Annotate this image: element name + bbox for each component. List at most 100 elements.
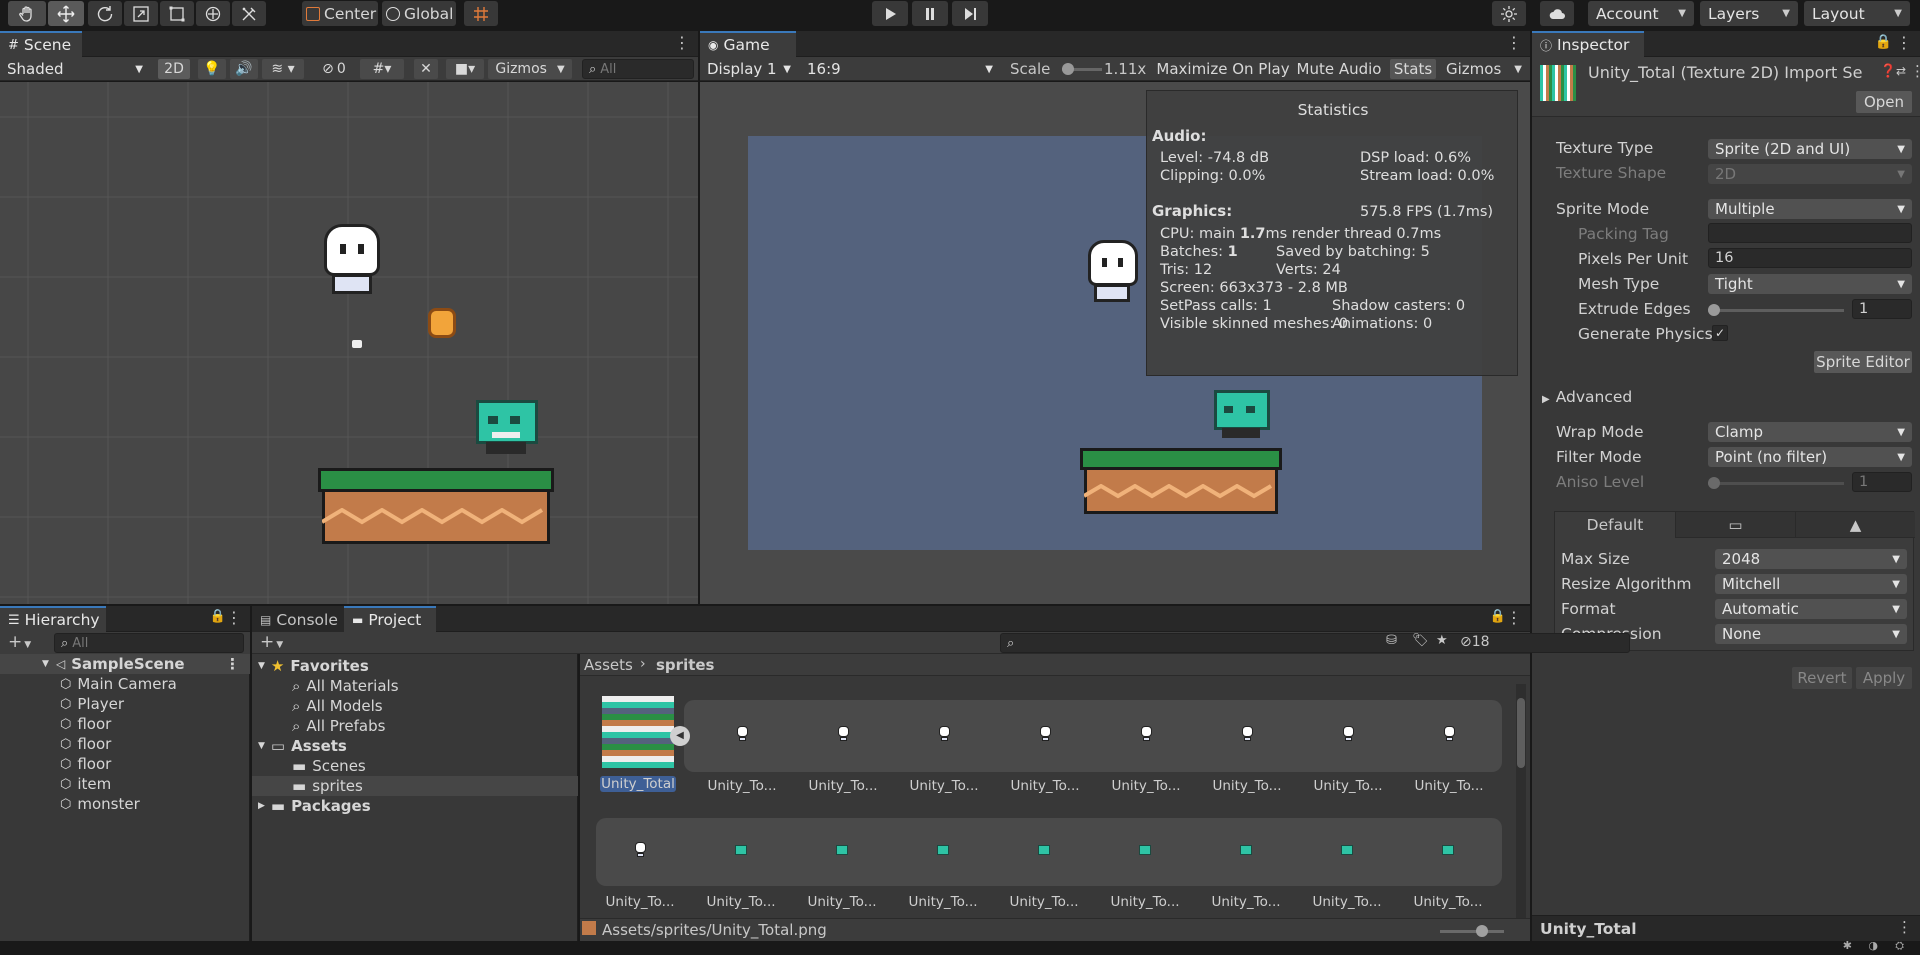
lock-icon[interactable]: 🔒 [1875,34,1892,50]
sprite-label[interactable]: Unity_To... [1198,894,1294,910]
hidden-packages-toggle[interactable]: ⊘18 [1460,634,1490,650]
sprite-label[interactable]: Unity_To... [1400,894,1496,910]
camera-gizmo[interactable] [352,340,362,348]
toggle-2d-button[interactable]: 2D [158,59,190,79]
tools-toggle[interactable]: ✕ [414,59,438,79]
mesh-type-dropdown[interactable]: Tight ▼ [1708,274,1912,294]
packages-folder[interactable]: ▶ ▬ Packages [258,796,371,816]
sprite-thumbnail[interactable] [1338,840,1368,870]
breadcrumb-sprites[interactable]: sprites [656,656,714,674]
sprite-label[interactable]: Unity_To... [1098,778,1194,794]
sprite-thumbnail[interactable] [1137,724,1167,754]
sprite-thumbnail[interactable] [934,840,964,870]
layout-dropdown[interactable]: Layout ▼ [1804,1,1910,26]
lock-icon[interactable]: 🔒 [210,609,226,624]
step-button[interactable] [952,1,988,26]
packing-tag-field[interactable] [1708,223,1912,243]
platform-tab-android[interactable]: ▲ [1795,512,1915,538]
cloud-button[interactable] [1540,1,1574,26]
pause-button[interactable] [912,1,948,26]
tab-console[interactable]: ▤ Console [252,606,344,632]
preset-icon[interactable]: ⇄ [1896,64,1906,78]
scenes-folder[interactable]: ▬ Scenes [292,756,366,776]
open-button[interactable]: Open [1856,91,1912,113]
scene-viewport[interactable] [0,82,698,604]
thumbnail-slider-thumb[interactable] [1476,925,1488,937]
sprite-thumbnail[interactable] [1238,724,1268,754]
effects-dropdown[interactable]: ≋ ▾ [262,59,304,79]
main-texture-thumbnail[interactable] [602,696,674,768]
tab-project[interactable]: ▬ Project [344,606,436,632]
more-options-icon[interactable]: ⋮ [226,608,242,627]
transform-tool-button[interactable] [196,1,230,26]
sprite-label[interactable]: Unity_To... [997,778,1093,794]
scale-slider-thumb[interactable] [1062,63,1074,75]
hierarchy-item[interactable]: ⬡ Main Camera [60,674,177,694]
maximize-on-play-toggle[interactable]: Maximize On Play [1156,59,1290,79]
sprite-thumbnail[interactable] [1136,840,1166,870]
scale-slider[interactable] [1062,63,1102,75]
filter-by-label-icon[interactable]: 🏷 [1412,633,1429,648]
light-settings-button[interactable] [1492,1,1526,26]
hand-tool-button[interactable] [8,1,46,26]
floor-sprite[interactable] [318,468,554,546]
favorite-search-item[interactable]: ⌕ All Models [292,696,383,716]
project-search-input[interactable]: ⌕ [1000,633,1630,653]
more-options-icon[interactable]: ⋮ [674,33,690,52]
apply-button[interactable]: Apply [1856,667,1912,689]
hierarchy-item[interactable]: ⬡ monster [60,794,140,814]
mute-audio-toggle[interactable]: Mute Audio [1294,59,1384,79]
favorites-folder[interactable]: ▼ ★ Favorites [258,656,369,676]
more-options-icon[interactable]: ⋮ [1896,33,1912,52]
audio-toggle[interactable]: 🔊 [230,59,258,79]
tab-inspector[interactable]: ⓘ Inspector [1532,31,1644,57]
filter-mode-dropdown[interactable]: Point (no filter) ▼ [1708,447,1912,467]
generate-physics-checkbox[interactable]: ✓ [1712,325,1728,341]
space-toggle[interactable]: Global [382,1,456,26]
shading-mode-dropdown[interactable]: Shaded ▼ [0,59,150,79]
lock-icon[interactable]: 🔒 [1490,609,1506,624]
sprite-label[interactable]: Unity_To... [694,778,790,794]
inspector-preview-bar[interactable]: Unity_Total ⋮ [1532,915,1920,941]
game-gizmos-dropdown[interactable]: Gizmos ▼ [1440,59,1526,79]
sprite-label[interactable]: Unity_To... [795,778,891,794]
tab-game[interactable]: ◉ Game [700,31,796,57]
grid-dropdown[interactable]: #▾ [360,59,404,79]
gizmos-dropdown[interactable]: Gizmos ▼ [488,59,572,79]
wrap-mode-dropdown[interactable]: Clamp ▼ [1708,422,1912,442]
player-sprite[interactable] [322,224,382,302]
help-icon[interactable]: ❓ [1880,64,1896,79]
sprite-thumbnail[interactable] [833,840,863,870]
game-viewport[interactable]: Statistics Audio: Level: -74.8 dB Clippi… [700,82,1530,604]
sprite-label[interactable]: Unity_To... [592,894,688,910]
sprite-label[interactable]: Unity_To... [1097,894,1193,910]
hierarchy-item[interactable]: ⬡ floor [60,714,111,734]
sprite-label[interactable]: Unity_To... [1300,778,1396,794]
account-dropdown[interactable]: Account ▼ [1588,1,1694,26]
progress-icon[interactable]: ⛭ [1895,939,1904,953]
sprite-thumbnail[interactable] [1237,840,1267,870]
format-dropdown[interactable]: Automatic ▼ [1715,599,1907,619]
tab-hierarchy[interactable]: ☰ Hierarchy [0,606,106,632]
hierarchy-item[interactable]: ⬡ item [60,774,111,794]
coin-sprite[interactable] [428,308,456,338]
project-scrollbar[interactable] [1516,684,1526,934]
scale-tool-button[interactable] [124,1,158,26]
revert-button[interactable]: Revert [1792,667,1852,689]
sprite-label[interactable]: Unity_To... [895,894,991,910]
breadcrumb-assets[interactable]: Assets [584,656,633,674]
custom-tool-button[interactable] [232,1,266,26]
resize-algorithm-dropdown[interactable]: Mitchell ▼ [1715,574,1907,594]
rotate-tool-button[interactable] [88,1,122,26]
more-options-icon[interactable]: ⋮ [1506,33,1522,52]
scene-root-item[interactable]: ▼ ◁ SampleScene ⋮ [0,654,250,674]
thumbnail-size-slider[interactable] [1440,925,1504,937]
play-button[interactable] [872,1,908,26]
sprite-thumbnail[interactable] [1439,840,1469,870]
sprite-thumbnail[interactable] [1339,724,1369,754]
cache-icon[interactable]: ◑ [1868,939,1878,952]
sprite-thumbnail[interactable] [732,840,762,870]
pixels-per-unit-field[interactable]: 16 [1708,248,1912,268]
tab-scene[interactable]: # Scene [0,31,82,57]
more-options-icon[interactable]: ⋮ [1897,918,1912,936]
